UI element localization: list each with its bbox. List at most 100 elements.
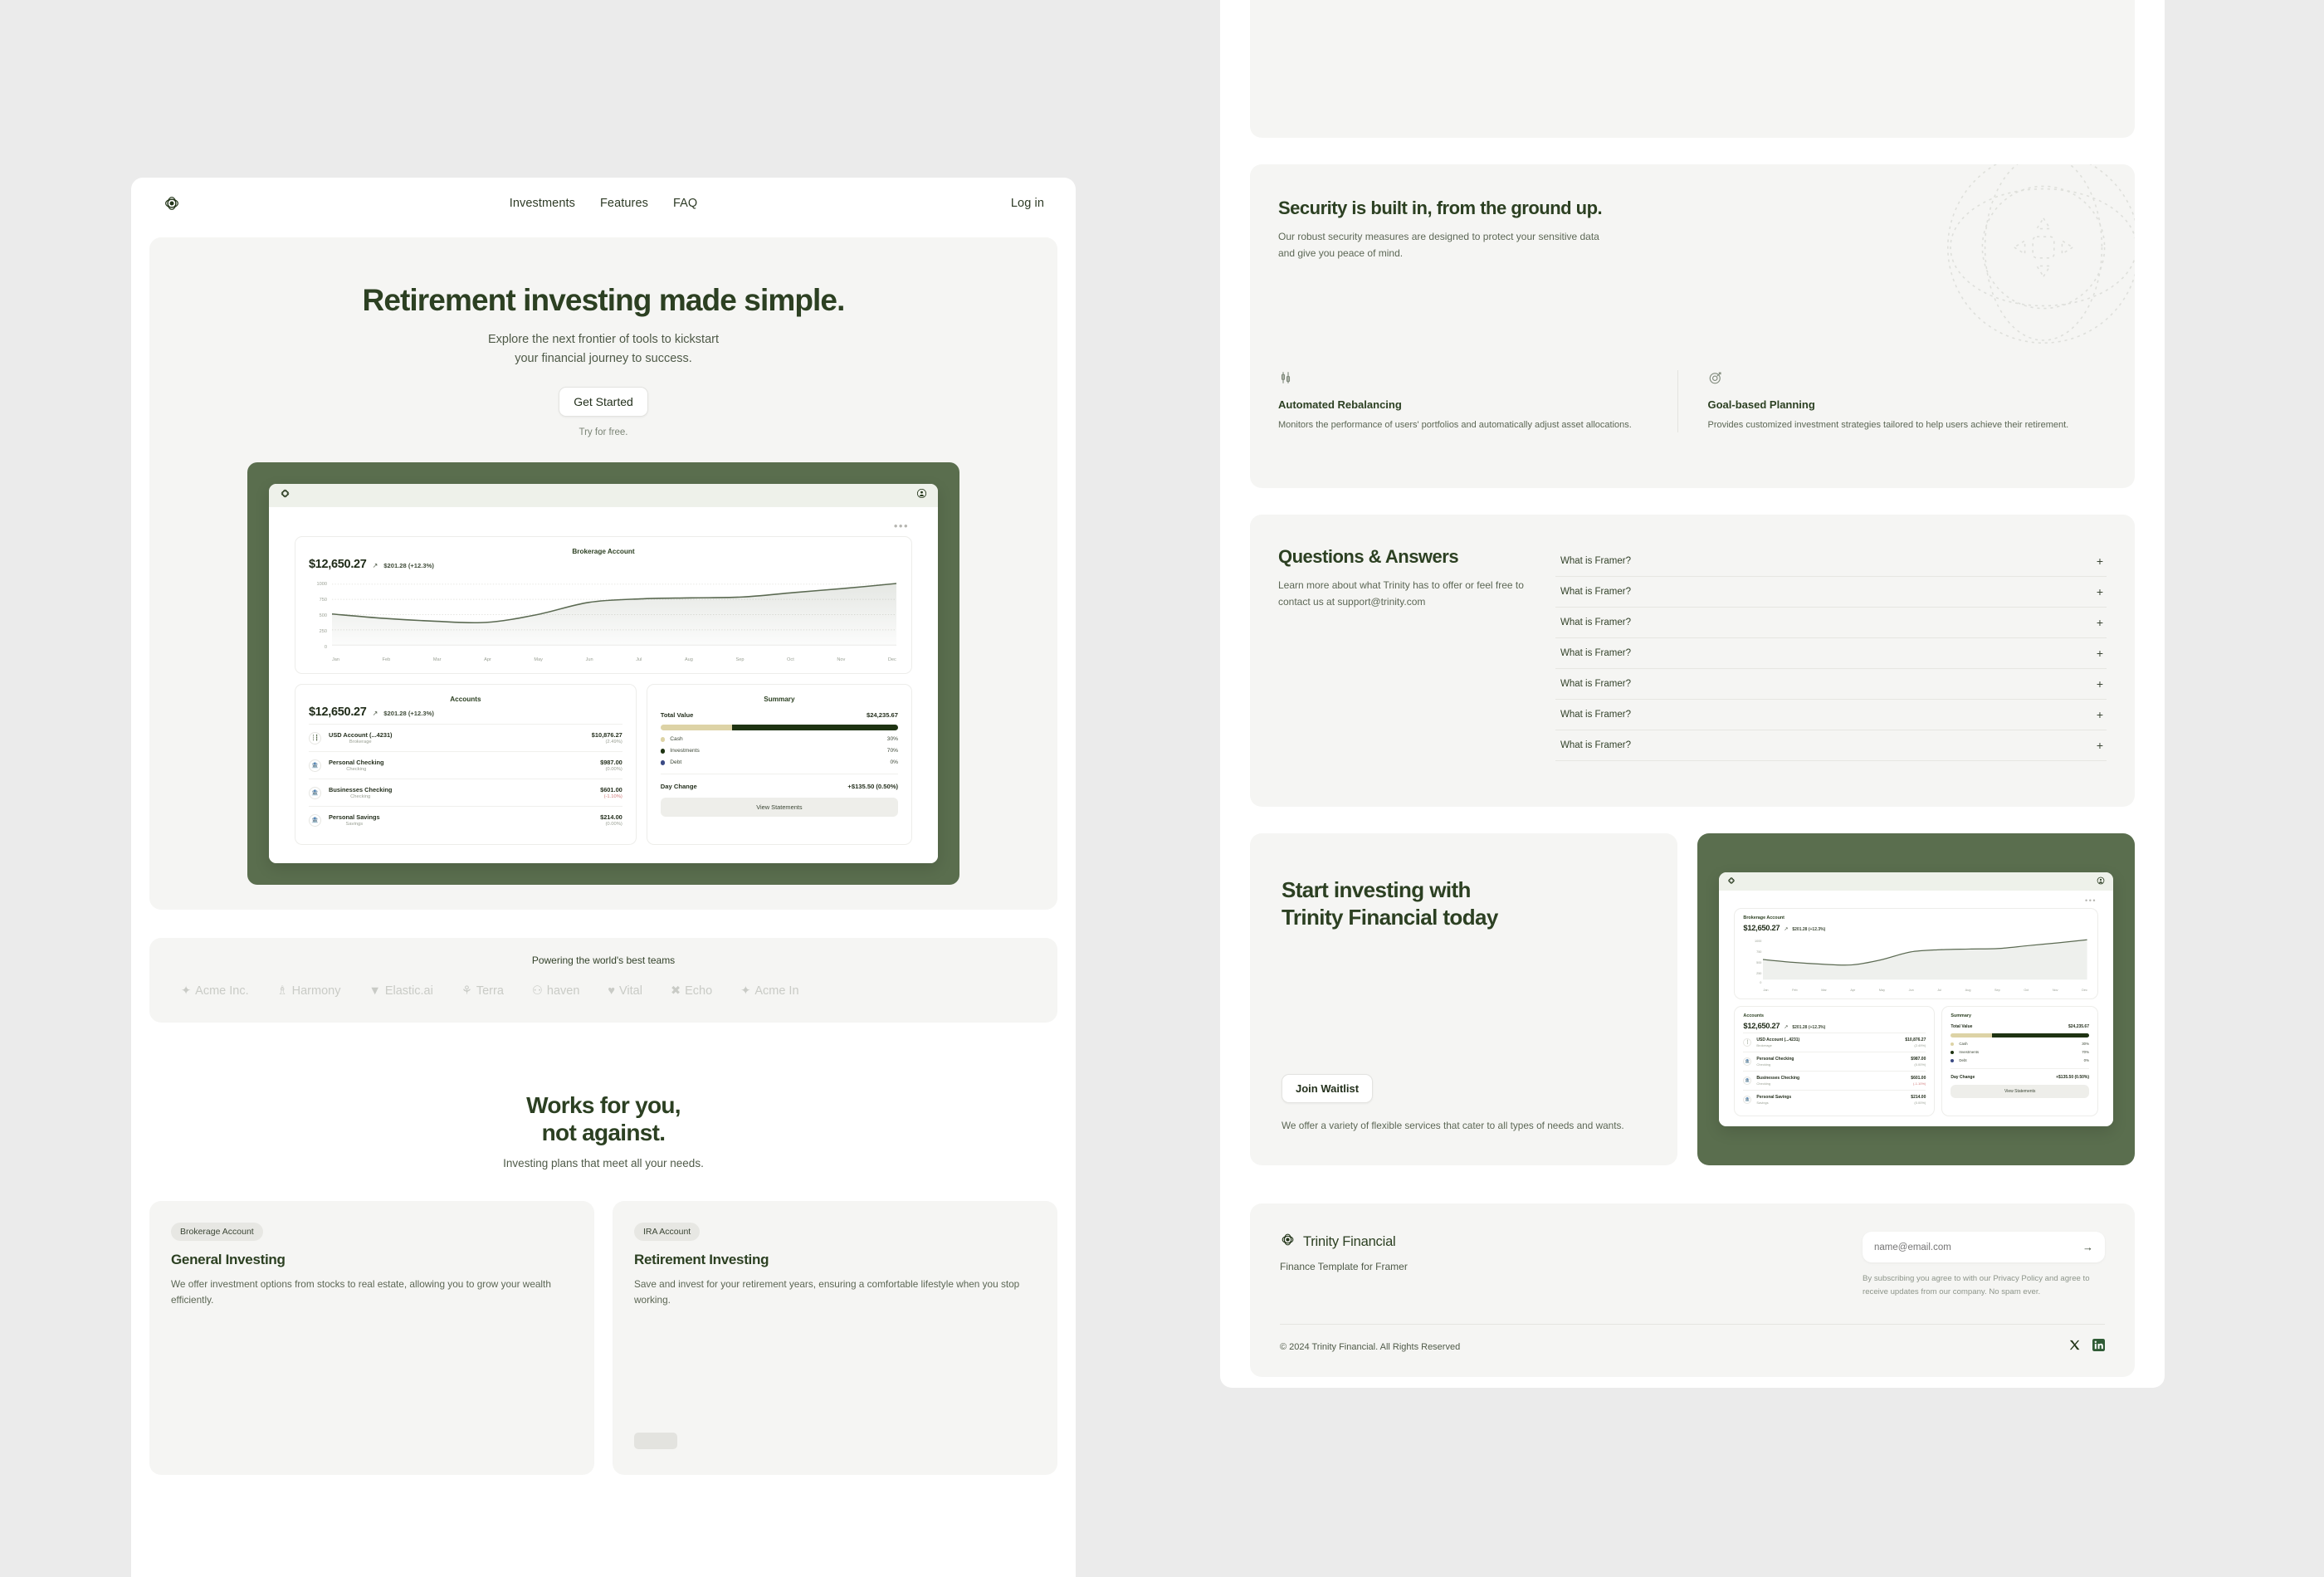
- account-pct: (0.00%): [1914, 1101, 1926, 1105]
- view-statements-button[interactable]: View Statements: [660, 798, 898, 818]
- feature-body: Monitors the performance of users' portf…: [1278, 419, 1632, 430]
- plus-icon[interactable]: +: [2097, 617, 2103, 628]
- plus-icon[interactable]: +: [2097, 647, 2103, 659]
- faq-title: Questions & Answers: [1278, 546, 1459, 567]
- table-row[interactable]: 🏦 Personal Checking Checking $987.00 (0.…: [309, 751, 622, 779]
- rosette-logo-icon[interactable]: [1280, 1232, 1296, 1252]
- newsletter-input-wrap[interactable]: →: [1863, 1232, 2105, 1262]
- table-row[interactable]: 🏦 Businesses Checking Checking $601.00 (-1…: [1743, 1071, 1926, 1090]
- account-pct: (2.49%): [605, 740, 622, 745]
- faq-item[interactable]: What is Framer? +: [1555, 638, 2107, 669]
- plus-icon[interactable]: +: [2097, 555, 2103, 567]
- wheat-icon: ⚘: [461, 984, 472, 998]
- faq-item[interactable]: What is Framer? +: [1555, 730, 2107, 761]
- faq-item[interactable]: What is Framer? +: [1555, 700, 2107, 730]
- legend-dot-cash: [660, 737, 666, 742]
- security-features: Automated Rebalancing Monitors the perfo…: [1278, 369, 2107, 433]
- user-circle-icon[interactable]: [2097, 874, 2105, 889]
- cta-accounts-delta: $201.28 (+12.3%): [1792, 1025, 1826, 1030]
- table-row[interactable]: ┆┇ USD Account (...4231) Brokerage $10,8…: [309, 724, 622, 751]
- cta-chart-x-axis: Jan Feb Mar Apr May Jun Jul Aug Sep Oct …: [1763, 989, 2087, 992]
- rosette-logo-icon[interactable]: [163, 194, 181, 212]
- site-navbar: Investments Features FAQ Log in: [131, 178, 1076, 229]
- faq-item[interactable]: What is Framer? +: [1555, 546, 2107, 577]
- account-name: USD Account (...4231): [329, 731, 393, 740]
- faq-item[interactable]: What is Framer? +: [1555, 608, 2107, 638]
- x-twitter-icon[interactable]: [2068, 1339, 2081, 1355]
- email-field[interactable]: [1874, 1242, 2082, 1252]
- bank-icon: 🏦: [1743, 1096, 1752, 1104]
- logo-elastic-ai: ▼ Elastic.ai: [369, 984, 432, 998]
- y-tick-1000: 1000: [316, 582, 327, 588]
- logo-label: Terra: [476, 984, 504, 998]
- more-horizontal-icon[interactable]: •••: [295, 515, 912, 536]
- x-tick: Aug: [684, 657, 693, 663]
- account-name: Personal Savings: [1756, 1095, 1792, 1100]
- cta-brokerage-chart-card: Brokerage Account $12,650.27 ↗ $201.28 (…: [1734, 908, 2098, 999]
- feature-automated-rebalancing: Automated Rebalancing Monitors the perfo…: [1278, 370, 1677, 433]
- nav-item-features[interactable]: Features: [600, 197, 648, 210]
- logo-label: Acme Inc.: [195, 984, 249, 998]
- more-horizontal-icon[interactable]: •••: [1734, 894, 2098, 908]
- user-circle-icon[interactable]: [916, 488, 927, 503]
- cta-title-line1: Start investing with: [1282, 877, 1471, 902]
- logo-acme-inc: ✦ Acme Inc.: [181, 984, 249, 998]
- accounts-card: Accounts $12,650.27 ↗ $201.28 (+12.3%) ┆…: [295, 684, 637, 846]
- legend-label: Investments: [670, 748, 700, 754]
- cta-brokerage-label: Brokerage Account: [1743, 915, 1784, 920]
- account-amount: $987.00: [1911, 1057, 1926, 1062]
- legend-label: Investments: [1959, 1050, 1980, 1054]
- cta-dashboard-body: ••• Brokerage Account $12,650.27 ↗ $201.…: [1719, 891, 2113, 1126]
- total-value-label: Total Value: [660, 711, 694, 720]
- plan-card-general-investing[interactable]: Brokerage Account General Investing We o…: [149, 1200, 594, 1475]
- plan-card-retirement-investing[interactable]: IRA Account Retirement Investing Save an…: [613, 1200, 1057, 1475]
- x-tick: Sep: [735, 657, 745, 663]
- plus-icon[interactable]: +: [2097, 740, 2103, 751]
- table-row[interactable]: 🏦 Personal Savings Savings $214.00 (0.00…: [309, 806, 622, 833]
- hero-subtitle-line2: your financial journey to success.: [515, 352, 692, 366]
- account-name: Personal Savings: [329, 813, 380, 822]
- nav-item-investments[interactable]: Investments: [510, 197, 575, 210]
- y-tick-500: 500: [319, 613, 327, 619]
- cta-accounts-card: Accounts $12,650.27 ↗ $201.28 (+12.3%) ┆…: [1734, 1006, 1936, 1116]
- faq-item[interactable]: What is Framer? +: [1555, 669, 2107, 700]
- feature-body: Provides customized investment strategie…: [1707, 419, 2069, 430]
- logo-label: Vital: [619, 984, 642, 998]
- day-change-value: +$135.50 (0.50%): [2056, 1075, 2089, 1080]
- join-waitlist-button[interactable]: Join Waitlist: [1282, 1074, 1374, 1104]
- left-page-panel: Investments Features FAQ Log in Retireme…: [131, 178, 1076, 1577]
- legend-dot-cash: [1950, 1042, 1955, 1046]
- plus-icon[interactable]: +: [2097, 709, 2103, 720]
- faq-item[interactable]: What is Framer? +: [1555, 577, 2107, 608]
- table-row[interactable]: 🏦 Personal Checking Checking $987.00 (0.00…: [1743, 1052, 1926, 1071]
- cta-view-statements-button[interactable]: View Statements: [1950, 1085, 2089, 1098]
- login-link[interactable]: Log in: [1011, 197, 1044, 210]
- cta-row: Start investing with Trinity Financial t…: [1250, 833, 2135, 1165]
- y-tick-0: 0: [324, 645, 327, 651]
- logo-label: Echo: [685, 984, 713, 998]
- arrow-right-icon[interactable]: →: [2082, 1241, 2093, 1253]
- alloc-cash: [1950, 1033, 1993, 1038]
- total-value-amount: $24,235.67: [2068, 1024, 2089, 1029]
- triangle-down-icon: ▼: [369, 984, 381, 998]
- faq-question: What is Framer?: [1560, 679, 1631, 689]
- legend-value: 30%: [886, 736, 898, 743]
- legend-value: 0%: [890, 759, 898, 766]
- faq-section: Questions & Answers Learn more about wha…: [1250, 515, 2135, 807]
- cta-note: We offer a variety of flexible services …: [1282, 1120, 1624, 1132]
- bank-icon: 🏦: [1743, 1077, 1752, 1085]
- nav-item-faq[interactable]: FAQ: [673, 197, 697, 210]
- copyright-text: © 2024 Trinity Financial. All Rights Res…: [1280, 1341, 1461, 1352]
- table-row[interactable]: 🏦 Personal Savings Savings $214.00 (0.00%): [1743, 1090, 1926, 1109]
- table-row[interactable]: ┆ USD Account (...4231) Brokerage $10,876…: [1743, 1033, 1926, 1052]
- plus-icon[interactable]: +: [2097, 586, 2103, 598]
- linkedin-icon[interactable]: [2092, 1338, 2105, 1355]
- footer-divider: [1280, 1323, 2105, 1325]
- arrow-up-right-icon: ↗: [1784, 1025, 1789, 1030]
- plus-icon[interactable]: +: [2097, 678, 2103, 690]
- get-started-button[interactable]: Get Started: [559, 387, 648, 417]
- table-row[interactable]: 🏦 Businesses Checking Checking $601.00 (…: [309, 779, 622, 806]
- footer-tagline: Finance Template for Framer: [1280, 1261, 1408, 1272]
- chart-plot-area: [332, 579, 896, 650]
- decorative-rosette-icon: [1947, 164, 2135, 344]
